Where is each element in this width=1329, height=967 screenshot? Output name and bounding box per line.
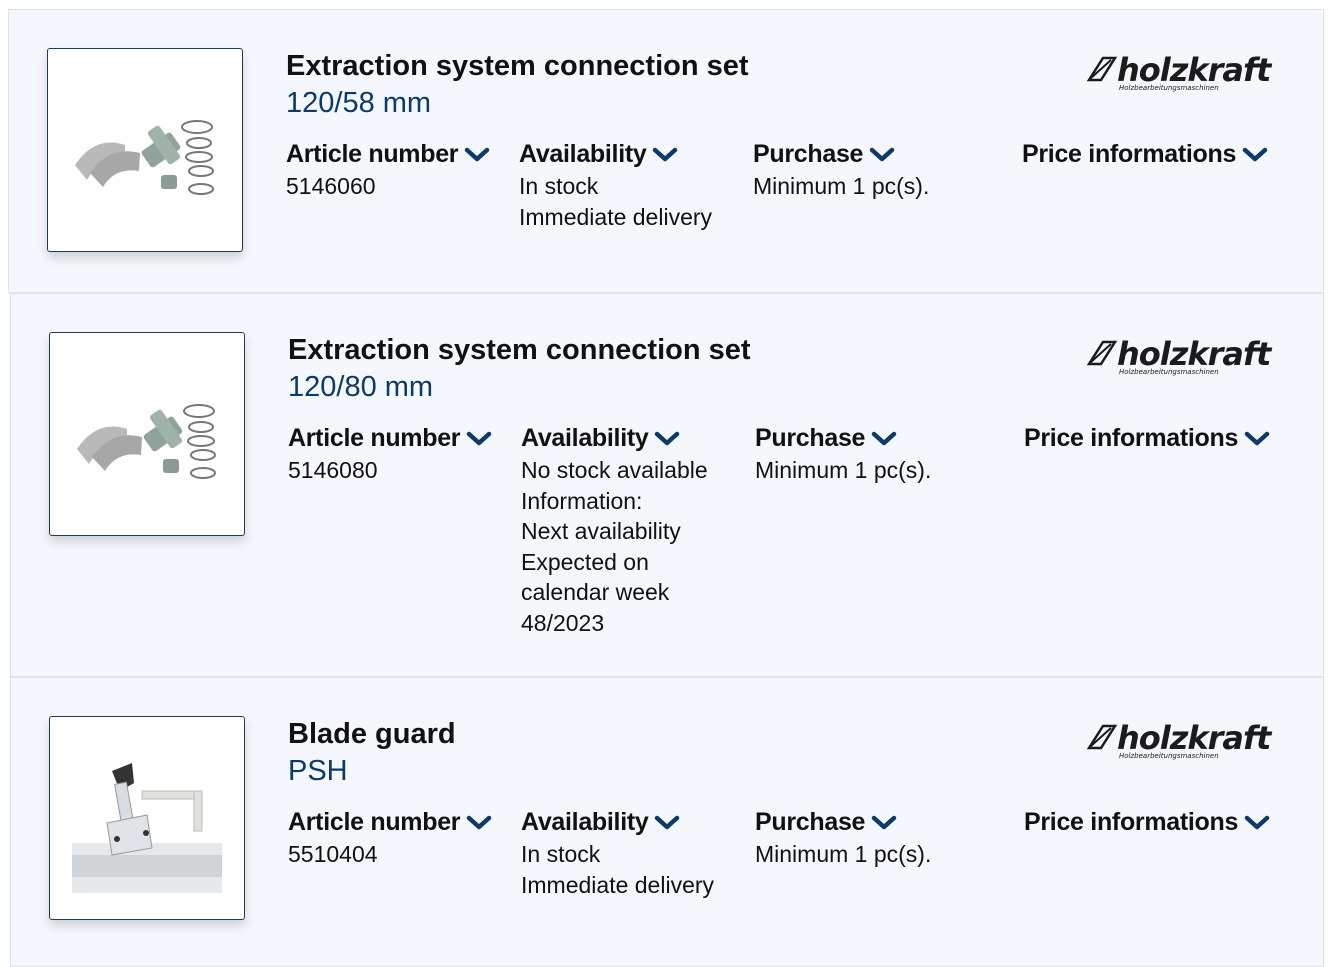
chevron-down-icon [1244,815,1270,829]
article-number-column: Article number 5146080 [288,424,492,486]
product-card: Extraction system connection set 120/80 … [10,293,1324,677]
product-subtitle: PSH [288,755,348,787]
product-title[interactable]: Extraction system connection set [288,334,751,367]
article-number-value: 5146060 [286,173,376,199]
price-informations-label: Price informations [1024,808,1239,836]
availability-label: Availability [521,424,649,452]
purchase-column: Purchase Minimum 1 pc(s). [755,424,931,486]
chevron-down-icon [466,815,492,829]
article-number-toggle[interactable]: Article number [286,140,490,169]
purchase-column: Purchase Minimum 1 pc(s). [753,140,929,202]
article-number-label: Article number [288,808,461,836]
chevron-down-icon [655,815,680,829]
holzkraft-logo: holzkraft Holzbearbeitungsmaschinen [1086,52,1274,92]
availability-line: No stock available [521,457,708,483]
chevron-down-icon [464,147,490,161]
article-number-toggle[interactable]: Article number [288,424,492,453]
brand-sub: Holzbearbeitungsmaschinen [1119,752,1219,760]
product-card: Blade guard PSH Article number 5510404 A… [10,677,1324,967]
purchase-label: Purchase [755,424,866,452]
availability-column: Availability No stock available Informat… [521,424,708,638]
article-number-value: 5510404 [288,841,378,867]
product-card: Extraction system connection set 120/58 … [8,9,1324,293]
availability-toggle[interactable]: Availability [519,140,712,169]
chevron-down-icon [1242,147,1268,161]
purchase-toggle[interactable]: Purchase [753,140,929,169]
availability-toggle[interactable]: Availability [521,808,714,837]
product-subtitle: 120/80 mm [288,371,434,403]
price-informations-label: Price informations [1022,140,1237,168]
availability-line: 48/2023 [521,609,605,636]
article-number-column: Article number 5146060 [286,140,490,202]
brand-sub: Holzbearbeitungsmaschinen [1119,368,1219,376]
price-column: Price informations [1022,140,1268,169]
availability-line: In stock [521,841,601,867]
availability-toggle[interactable]: Availability [521,424,708,453]
price-informations-toggle[interactable]: Price informations [1022,140,1268,169]
chevron-down-icon [655,431,680,445]
product-image[interactable] [49,716,245,920]
purchase-toggle[interactable]: Purchase [755,808,931,837]
chevron-down-icon [871,815,897,829]
price-informations-toggle[interactable]: Price informations [1024,808,1270,837]
product-subtitle: 120/58 mm [286,87,432,119]
brand-sub: Holzbearbeitungsmaschinen [1119,84,1219,92]
blade-guard-image [72,763,222,893]
purchase-column: Purchase Minimum 1 pc(s). [755,808,931,870]
chevron-down-icon [653,147,678,161]
purchase-value: Minimum 1 pc(s). [755,841,932,867]
price-informations-toggle[interactable]: Price informations [1024,424,1270,453]
availability-column: Availability In stock Immediate delivery [519,140,712,232]
product-image[interactable] [47,48,243,252]
connection-set-image [75,120,214,195]
purchase-label: Purchase [755,808,866,836]
availability-line: Information: [521,487,643,514]
article-number-column: Article number 5510404 [288,808,492,870]
availability-line: Next availability [521,518,681,544]
purchase-toggle[interactable]: Purchase [755,424,931,453]
availability-line: calendar week [521,579,670,605]
availability-column: Availability In stock Immediate delivery [521,808,714,900]
article-number-toggle[interactable]: Article number [288,808,492,837]
availability-line: Expected on [521,548,649,575]
holzkraft-logo: holzkraft Holzbearbeitungsmaschinen [1086,720,1274,760]
purchase-label: Purchase [753,140,864,168]
chevron-down-icon [466,431,492,445]
product-title[interactable]: Extraction system connection set [286,50,749,83]
purchase-value: Minimum 1 pc(s). [753,173,930,199]
article-number-label: Article number [288,424,461,452]
price-column: Price informations [1024,424,1270,453]
purchase-value: Minimum 1 pc(s). [755,457,932,483]
availability-line: In stock [519,173,599,199]
availability-label: Availability [519,140,647,168]
availability-line: Immediate delivery [521,871,715,898]
availability-label: Availability [521,808,649,836]
article-number-label: Article number [286,140,459,168]
article-number-value: 5146080 [288,457,378,483]
chevron-down-icon [1244,431,1270,445]
availability-line: Immediate delivery [519,203,713,230]
connection-set-image [77,404,216,479]
product-title[interactable]: Blade guard [288,718,456,751]
product-image[interactable] [49,332,245,536]
price-informations-label: Price informations [1024,424,1239,452]
price-column: Price informations [1024,808,1270,837]
chevron-down-icon [869,147,895,161]
chevron-down-icon [871,431,897,445]
holzkraft-logo: holzkraft Holzbearbeitungsmaschinen [1086,336,1274,376]
